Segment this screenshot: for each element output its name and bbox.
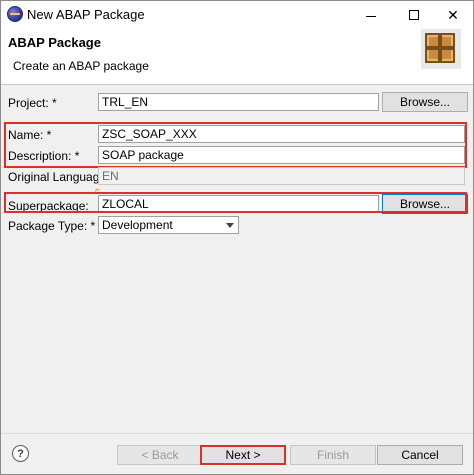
superpackage-label: Superpackage: — [8, 199, 89, 213]
help-icon[interactable]: ? — [12, 445, 29, 462]
minimize-button[interactable] — [351, 1, 391, 29]
chevron-down-icon — [226, 223, 234, 228]
package-type-select[interactable]: Development — [98, 216, 239, 234]
back-button[interactable]: < Back — [117, 445, 203, 465]
cancel-button[interactable]: Cancel — [377, 445, 463, 465]
close-icon: ✕ — [447, 6, 459, 23]
description-input[interactable]: SOAP package — [98, 146, 465, 164]
name-input[interactable]: ZSC_SOAP_XXX — [98, 125, 465, 143]
package-icon — [425, 33, 455, 63]
eclipse-app-icon — [7, 6, 23, 22]
project-input[interactable]: TRL_EN — [98, 93, 379, 111]
finish-button[interactable]: Finish — [290, 445, 376, 465]
original-language-label: Original Language: — [8, 170, 110, 184]
maximize-button[interactable] — [394, 1, 434, 29]
close-button[interactable]: ✕ — [433, 1, 473, 29]
minimize-icon — [366, 15, 376, 17]
title-bar: New ABAP Package ✕ — [1, 1, 473, 29]
project-label: Project: * — [8, 96, 57, 110]
wizard-title: ABAP Package — [8, 35, 101, 50]
next-button[interactable]: Next > — [200, 445, 286, 465]
description-label: Description: * — [8, 149, 80, 163]
package-type-label: Package Type: * — [8, 219, 96, 233]
package-type-value: Development — [102, 218, 173, 232]
project-browse-button[interactable]: Browse... — [382, 92, 468, 112]
wizard-subtitle: Create an ABAP package — [13, 59, 149, 73]
wizard-banner: ABAP Package Create an ABAP package — [1, 29, 473, 85]
superpackage-input[interactable]: ZLOCAL — [98, 195, 379, 213]
original-language-input: EN — [98, 167, 465, 185]
superpackage-browse-button[interactable]: Browse... — [382, 194, 468, 214]
footer-divider — [1, 433, 473, 434]
window-title: New ABAP Package — [27, 7, 145, 22]
maximize-icon — [409, 10, 419, 20]
new-abap-package-dialog: New ABAP Package ✕ ABAP Package Create a… — [0, 0, 474, 475]
name-label: Name: * — [8, 128, 52, 142]
